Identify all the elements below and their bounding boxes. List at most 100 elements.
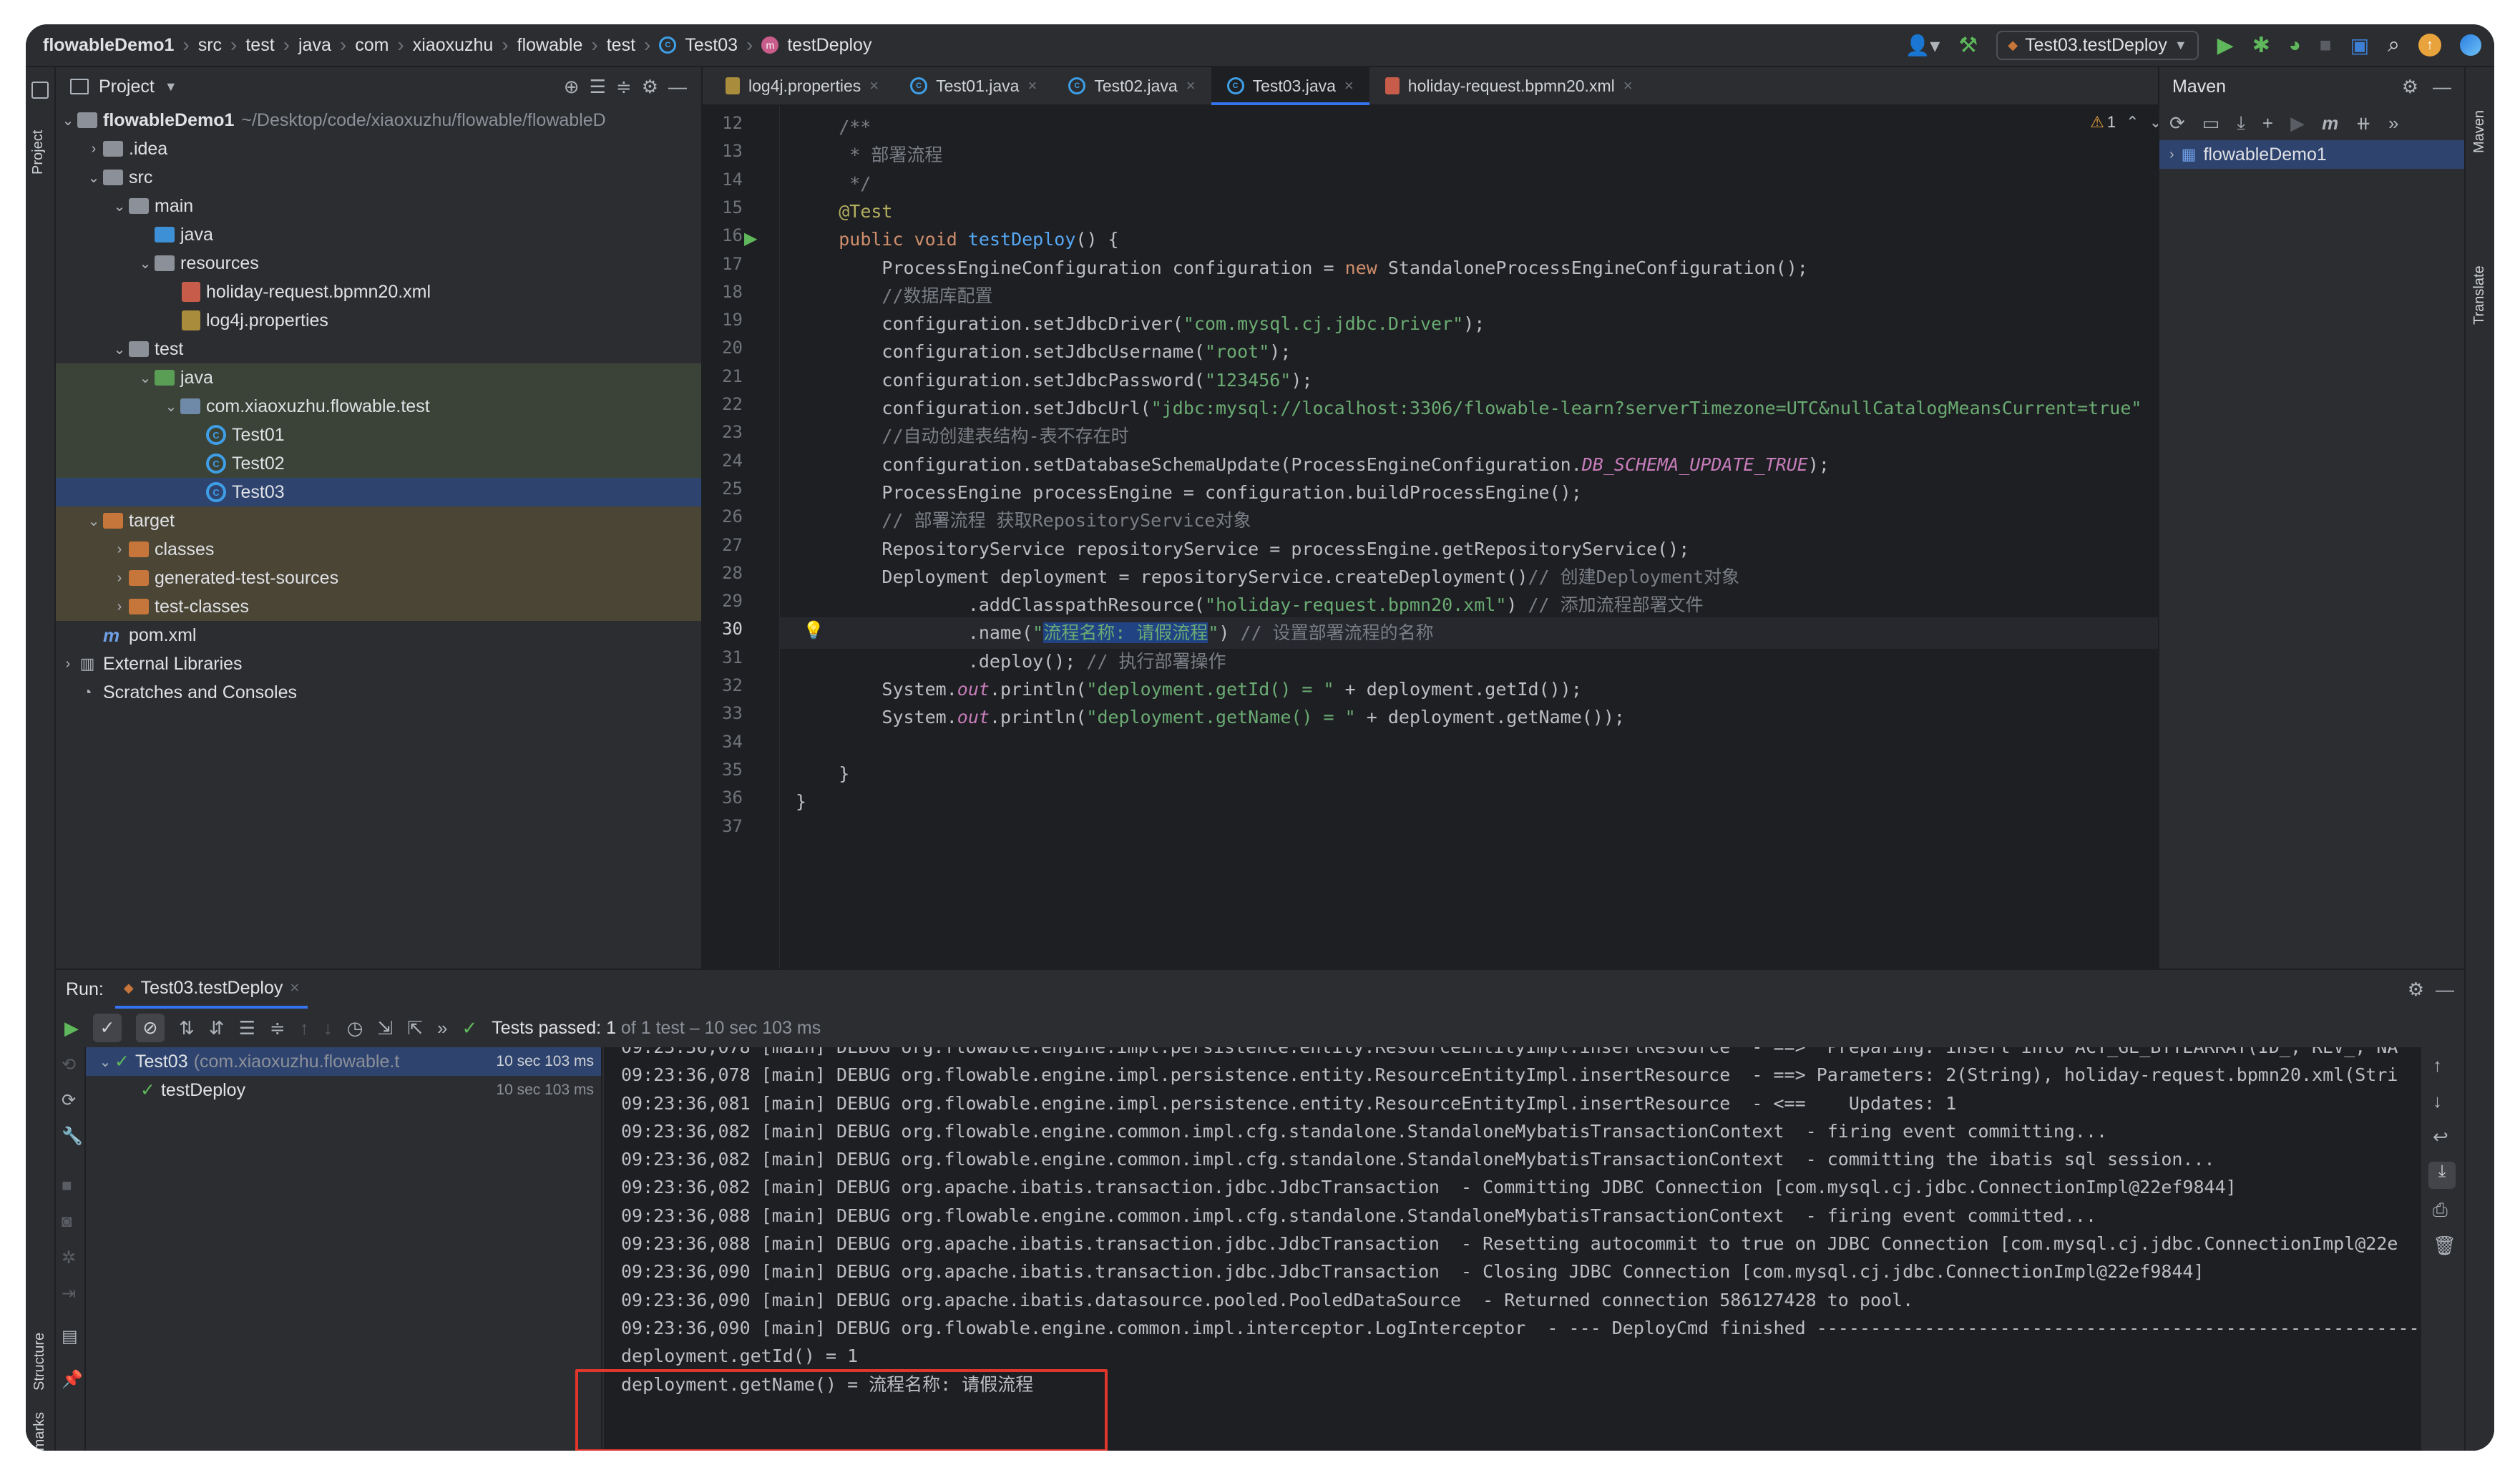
add-icon[interactable]: +	[2262, 112, 2273, 134]
tab-log4j[interactable]: log4j.properties ×	[710, 67, 894, 105]
folder-icon[interactable]: ▭	[2202, 112, 2220, 134]
history-icon[interactable]: ◷	[347, 1017, 363, 1039]
maven-goal-icon[interactable]: m	[2322, 112, 2338, 134]
tree-item-test-java[interactable]: ⌄ java	[56, 363, 701, 392]
tree-item-package[interactable]: ⌄ com.xiaoxuzhu.flowable.test	[56, 392, 701, 421]
show-ignored-icon[interactable]: ⊘	[136, 1014, 165, 1042]
tab-bpmn[interactable]: holiday-request.bpmn20.xml ×	[1369, 67, 1649, 105]
debug-icon[interactable]: ✱	[2252, 33, 2270, 58]
show-passed-icon[interactable]: ✓	[93, 1014, 122, 1042]
chevron-down-icon[interactable]: ⌄	[110, 340, 129, 358]
tab-test03[interactable]: C Test03.java ×	[1211, 67, 1370, 105]
build-hammer-icon[interactable]: ⚒	[1958, 33, 1978, 58]
test-suite-row[interactable]: ⌄ ✓ Test03 (com.xiaoxuzhu.flowable.t 10 …	[86, 1047, 601, 1076]
locate-icon[interactable]: ⊕	[564, 76, 580, 98]
chevron-down-icon[interactable]: ⌄	[136, 255, 155, 273]
maven-project-node[interactable]: › ▦ flowableDemo1	[2159, 140, 2464, 169]
tree-item-test03[interactable]: C Test03	[56, 478, 701, 506]
close-icon[interactable]: ×	[1186, 77, 1196, 95]
close-icon[interactable]: ×	[1027, 77, 1037, 95]
chevron-down-icon[interactable]: ⌄	[162, 398, 180, 416]
stop-icon[interactable]: ■	[2320, 34, 2332, 57]
tree-item-target[interactable]: ⌄ target	[56, 506, 701, 535]
maven-tool-label[interactable]: Maven	[2471, 110, 2488, 153]
project-panel-title[interactable]: Project	[99, 77, 155, 97]
run-config-selector[interactable]: ◆ Test03.testDeploy ▼	[1996, 30, 2199, 60]
tree-item-bpmn-file[interactable]: holiday-request.bpmn20.xml	[56, 278, 701, 306]
gear-icon[interactable]: ⚙	[2402, 76, 2418, 98]
chevron-down-icon[interactable]: ⌄	[84, 169, 103, 187]
test-case-row[interactable]: ✓ testDeploy 10 sec 103 ms	[86, 1076, 601, 1104]
breadcrumb-test[interactable]: test	[245, 35, 274, 56]
tree-item-main[interactable]: ⌄ main	[56, 192, 701, 220]
sort-alpha-icon[interactable]: ⇅	[179, 1017, 195, 1039]
breadcrumb-xiaoxuzhu[interactable]: xiaoxuzhu	[413, 35, 494, 56]
chevron-right-icon[interactable]: ›	[84, 141, 103, 157]
arrow-down-icon[interactable]: ↓	[323, 1017, 333, 1039]
wrench-icon[interactable]: 🔧	[62, 1126, 83, 1147]
scroll-to-end-icon[interactable]: ⤓	[2428, 1162, 2456, 1189]
layout-icon[interactable]: ▤	[62, 1326, 78, 1347]
minimize-icon[interactable]: —	[2433, 76, 2451, 98]
toggle-auto-test-icon[interactable]: ⟳	[62, 1090, 76, 1111]
close-icon[interactable]: ×	[869, 77, 879, 95]
gear-icon[interactable]: ⚙	[642, 76, 658, 98]
tree-item-root[interactable]: ⌄ flowableDemo1 ~/Desktop/code/xiaoxuzhu…	[56, 106, 701, 134]
expand-all-icon[interactable]: ☰	[590, 76, 606, 98]
tree-item-pom[interactable]: m pom.xml	[56, 621, 701, 650]
chevron-right-icon[interactable]: ›	[110, 570, 129, 587]
chevron-down-icon[interactable]: ⌄	[59, 112, 77, 129]
more-icon[interactable]: »	[2388, 112, 2398, 134]
chevron-right-icon[interactable]: ›	[2169, 147, 2174, 163]
tree-item-src[interactable]: ⌄ src	[56, 163, 701, 192]
breadcrumb-method[interactable]: testDeploy	[787, 35, 871, 56]
print-icon[interactable]: ⎙	[2433, 1199, 2448, 1222]
breadcrumb-com[interactable]: com	[355, 35, 389, 56]
export-icon[interactable]: ⇱	[407, 1017, 423, 1039]
import-icon[interactable]: ⇲	[377, 1017, 393, 1039]
close-icon[interactable]: ×	[1344, 77, 1354, 95]
close-icon[interactable]: ×	[290, 979, 299, 997]
tree-item-generated-test-sources[interactable]: › generated-test-sources	[56, 564, 701, 592]
tree-item-main-java[interactable]: java	[56, 220, 701, 249]
toggle-offline-icon[interactable]: ⧺	[2355, 112, 2371, 134]
reload-icon[interactable]: ⟳	[2169, 112, 2185, 134]
tree-item-resources[interactable]: ⌄ resources	[56, 249, 701, 278]
trash-icon[interactable]: 🗑	[2433, 1235, 2456, 1257]
run-tab[interactable]: ◆ Test03.testDeploy ×	[114, 970, 308, 1009]
soft-wrap-icon[interactable]: ↩	[2433, 1126, 2448, 1148]
rerun-failed-icon[interactable]: ⟲	[62, 1054, 76, 1075]
minimize-icon[interactable]: —	[668, 76, 687, 98]
stop-icon[interactable]: ■	[62, 1176, 72, 1196]
vcs-user-icon[interactable]: 👤▾	[1905, 34, 1940, 57]
lightbulb-icon[interactable]: 💡	[803, 620, 824, 641]
run-icon[interactable]: ▶	[2290, 112, 2305, 134]
tree-item-idea[interactable]: › .idea	[56, 134, 701, 163]
chevron-down-icon[interactable]: ⌄	[84, 512, 103, 530]
chevron-down-icon[interactable]: ⌄	[110, 197, 129, 215]
tree-item-test-classes[interactable]: › test-classes	[56, 592, 701, 621]
settings-icon[interactable]: ✲	[62, 1248, 76, 1268]
update-icon[interactable]: ↑	[2418, 34, 2441, 57]
expand-all-icon[interactable]: ☰	[239, 1017, 255, 1039]
breadcrumb-src[interactable]: src	[198, 35, 222, 56]
translate-tool-label[interactable]: Translate	[2471, 265, 2488, 325]
gear-icon[interactable]: ⚙	[2408, 979, 2424, 1001]
settings-sync-icon[interactable]	[2460, 34, 2481, 56]
run-icon[interactable]: ▶	[2217, 33, 2234, 58]
collapse-all-icon[interactable]: ≑	[270, 1017, 285, 1039]
project-tool-icon[interactable]	[31, 82, 49, 99]
chevron-down-icon[interactable]: ⌄	[96, 1053, 114, 1071]
camera-icon[interactable]: ◙	[62, 1212, 72, 1232]
exit-icon[interactable]: ⇥	[62, 1283, 76, 1304]
plugin-icon[interactable]: ▣	[2350, 34, 2369, 57]
coverage-icon[interactable]: ◕	[2289, 34, 2301, 57]
tree-item-test[interactable]: ⌄ test	[56, 335, 701, 363]
chevron-right-icon[interactable]: ›	[110, 542, 129, 558]
sort-duration-icon[interactable]: ⇵	[209, 1017, 225, 1039]
tab-test02[interactable]: C Test02.java ×	[1053, 67, 1211, 105]
breadcrumb-flowable[interactable]: flowable	[517, 35, 583, 56]
pin-icon[interactable]: 📌	[62, 1369, 83, 1390]
chevron-up-icon[interactable]: ⌃	[2126, 113, 2139, 132]
tree-item-external-libraries[interactable]: › ▥ External Libraries	[56, 650, 701, 678]
